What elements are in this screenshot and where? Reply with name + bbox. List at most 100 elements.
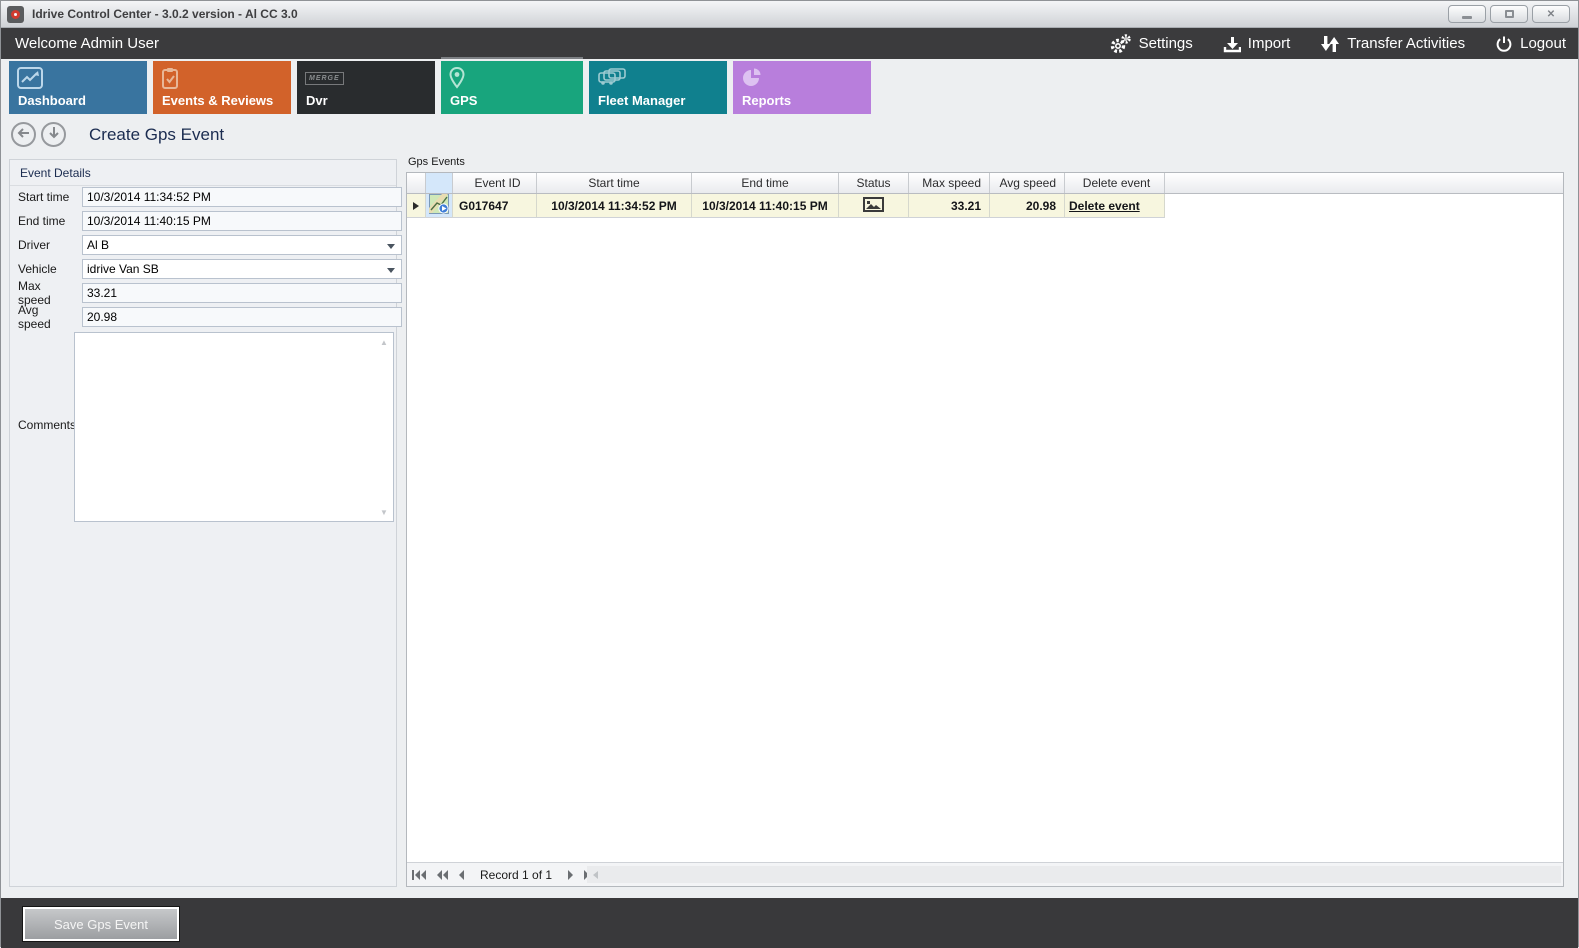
horizontal-scrollbar[interactable]: [587, 866, 1561, 883]
vehicle-label: Vehicle: [18, 262, 74, 276]
module-tiles: Dashboard Events & Reviews MERGE Dvr: [9, 61, 871, 114]
chevron-down-icon: [387, 268, 395, 273]
breadcrumb: Create Gps Event: [11, 122, 224, 147]
title-bar: Idrive Control Center - 3.0.2 version - …: [1, 1, 1578, 28]
window-title: Idrive Control Center - 3.0.2 version - …: [32, 7, 298, 21]
settings-button[interactable]: Settings: [1110, 34, 1193, 54]
settings-label: Settings: [1139, 35, 1193, 52]
save-gps-event-button[interactable]: Save Gps Event: [23, 907, 179, 941]
record-count-text: Record 1 of 1: [480, 868, 552, 882]
row-arrow-icon: [413, 202, 419, 210]
grid-header-row: Event ID Start time End time Status Max …: [407, 173, 1563, 194]
pie-chart-icon: [741, 76, 763, 93]
record-navigator: Record 1 of 1: [407, 862, 1563, 886]
driver-dropdown[interactable]: Al B: [82, 235, 402, 255]
footer-bar: Save Gps Event: [1, 898, 1578, 948]
import-button[interactable]: Import: [1223, 35, 1291, 53]
tab-dashboard[interactable]: Dashboard: [9, 61, 147, 114]
tab-fleet-manager-label: Fleet Manager: [598, 93, 685, 108]
tab-events-reviews-label: Events & Reviews: [162, 93, 273, 108]
tab-gps-selected[interactable]: GPS: [441, 61, 583, 114]
welcome-text: Welcome Admin User: [15, 35, 159, 52]
max-speed-field[interactable]: [82, 283, 402, 303]
gears-icon: [1110, 34, 1132, 54]
import-label: Import: [1248, 35, 1291, 52]
avg-speed-field[interactable]: [82, 307, 402, 327]
max-speed-row: Max speed: [18, 283, 74, 303]
avg-speed-label: Avg speed: [18, 303, 74, 331]
grid-header-avg-speed[interactable]: Avg speed: [990, 173, 1065, 193]
merge-badge-icon: MERGE: [305, 72, 344, 85]
transfer-activities-button[interactable]: Transfer Activities: [1320, 34, 1465, 54]
scroll-down-icon: ▼: [380, 508, 388, 517]
logout-button[interactable]: Logout: [1495, 35, 1566, 53]
pager-prev-page-icon[interactable]: [437, 870, 449, 880]
trucks-icon: [597, 74, 627, 91]
cell-avg-speed[interactable]: 20.98: [990, 194, 1065, 218]
expand-down-button[interactable]: [41, 122, 66, 147]
transfer-arrows-icon: [1320, 34, 1340, 54]
row-map-cell[interactable]: [426, 194, 453, 218]
pager-next-icon[interactable]: [567, 870, 573, 880]
comments-textarea[interactable]: [74, 332, 394, 522]
pager-prev-icon[interactable]: [459, 870, 465, 880]
back-button[interactable]: [11, 122, 36, 147]
top-menu-bar: Welcome Admin User Settings: [1, 28, 1578, 59]
cell-status[interactable]: [839, 194, 909, 218]
table-row[interactable]: G017647 10/3/2014 11:34:52 PM 10/3/2014 …: [407, 194, 1563, 218]
grid-header-event-id[interactable]: Event ID: [453, 173, 537, 193]
tab-reports[interactable]: Reports: [733, 61, 871, 114]
line-chart-icon: [17, 76, 43, 93]
vehicle-row: Vehicle idrive Van SB: [18, 259, 74, 279]
vehicle-value: idrive Van SB: [87, 262, 159, 276]
transfer-activities-label: Transfer Activities: [1347, 35, 1465, 52]
comments-label: Comments: [18, 418, 76, 432]
row-indicator-cell: [407, 194, 426, 218]
grid-header-end-time[interactable]: End time: [692, 173, 839, 193]
driver-value: Al B: [87, 238, 109, 252]
tab-events-reviews[interactable]: Events & Reviews: [153, 61, 291, 114]
map-pin-icon: [449, 76, 465, 93]
end-time-row: End time: [18, 211, 74, 231]
pager-first-icon[interactable]: [412, 870, 427, 880]
avg-speed-row: Avg speed: [18, 307, 74, 327]
grid-header-filler: [1165, 173, 1563, 193]
import-icon: [1223, 35, 1241, 53]
tab-gps-label: GPS: [450, 93, 477, 108]
start-time-label: Start time: [18, 190, 74, 204]
end-time-label: End time: [18, 214, 74, 228]
tab-dvr[interactable]: MERGE Dvr: [297, 61, 435, 114]
delete-event-link[interactable]: Delete event: [1069, 199, 1140, 213]
grid-header-start-time[interactable]: Start time: [537, 173, 692, 193]
cell-max-speed[interactable]: 33.21: [909, 194, 990, 218]
arrow-left-icon: [17, 126, 31, 144]
end-time-field[interactable]: [82, 211, 402, 231]
picture-icon: [863, 197, 884, 215]
power-icon: [1495, 35, 1513, 53]
start-time-row: Start time: [18, 187, 74, 207]
grid-header-indicator: [407, 173, 426, 193]
start-time-field[interactable]: [82, 187, 402, 207]
cell-event-id[interactable]: G017647: [453, 194, 537, 218]
tab-reports-label: Reports: [742, 93, 791, 108]
page-title: Create Gps Event: [89, 125, 224, 145]
tab-dashboard-label: Dashboard: [18, 93, 86, 108]
cell-start-time[interactable]: 10/3/2014 11:34:52 PM: [537, 194, 692, 218]
grid-header-max-speed[interactable]: Max speed: [909, 173, 990, 193]
close-button[interactable]: ✕: [1532, 5, 1570, 23]
tab-fleet-manager[interactable]: Fleet Manager: [589, 61, 727, 114]
gps-events-title: Gps Events: [408, 156, 465, 168]
event-details-title: Event Details: [10, 160, 396, 186]
grid-header-delete-event[interactable]: Delete event: [1065, 173, 1165, 193]
driver-label: Driver: [18, 238, 74, 252]
map-thumbnail-icon: [429, 194, 449, 217]
cell-end-time[interactable]: 10/3/2014 11:40:15 PM: [692, 194, 839, 218]
grid-header-status[interactable]: Status: [839, 173, 909, 193]
maximize-button[interactable]: [1490, 5, 1528, 23]
minimize-button[interactable]: [1448, 5, 1486, 23]
app-logo-icon: [7, 6, 24, 23]
driver-row: Driver Al B: [18, 235, 74, 255]
logout-label: Logout: [1520, 35, 1566, 52]
vehicle-dropdown[interactable]: idrive Van SB: [82, 259, 402, 279]
cell-delete-event: Delete event: [1065, 194, 1165, 218]
